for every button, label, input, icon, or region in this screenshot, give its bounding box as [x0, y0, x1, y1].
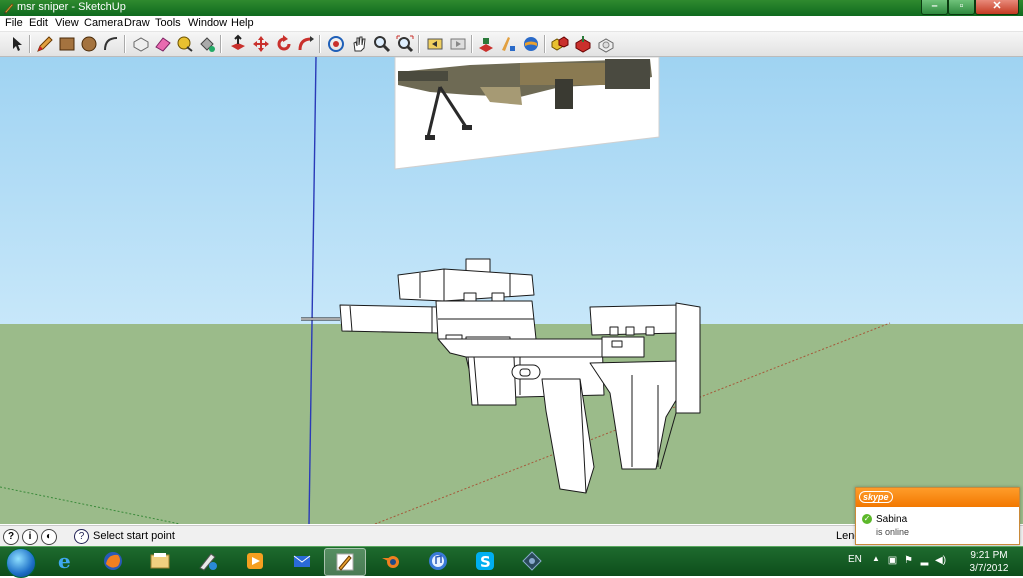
menu-draw[interactable]: Draw: [124, 17, 150, 29]
menu-view[interactable]: View: [55, 17, 79, 29]
skype-notification[interactable]: skype ✓ Sabina is online: [855, 487, 1020, 545]
paint-icon[interactable]: [188, 548, 228, 574]
window-title: msr sniper - SketchUp: [17, 1, 126, 13]
zoom-extents-icon[interactable]: [395, 34, 415, 54]
tape-measure-icon[interactable]: [175, 34, 195, 54]
materials-icon[interactable]: [596, 34, 616, 54]
language-indicator[interactable]: EN: [848, 554, 862, 565]
drawing-viewport[interactable]: [0, 57, 1023, 524]
sketchup-app-icon: [4, 3, 14, 14]
menu-file[interactable]: File: [5, 17, 23, 29]
rotate-icon[interactable]: [274, 34, 294, 54]
contact-status: is online: [876, 527, 910, 537]
menu-window[interactable]: Window: [188, 17, 227, 29]
taskbar: e S EN ▲ ▣ ⚑ ▂ ◀) 9:21 PM 3/7/2012: [0, 546, 1023, 578]
model-scene: [0, 57, 1023, 524]
live-mail-icon[interactable]: [282, 548, 322, 574]
add-location-icon[interactable]: [521, 34, 541, 54]
skype-icon[interactable]: S: [465, 548, 505, 574]
internet-explorer-icon[interactable]: e: [45, 548, 85, 574]
paint-bucket-icon[interactable]: [197, 34, 217, 54]
pan-icon[interactable]: [349, 34, 369, 54]
itunes-icon[interactable]: [418, 548, 458, 574]
circle-icon[interactable]: [79, 34, 99, 54]
follow-me-icon[interactable]: [296, 34, 316, 54]
online-status-icon: ✓: [862, 514, 872, 524]
minimize-button[interactable]: –: [921, 0, 948, 15]
help-icon[interactable]: ?: [74, 529, 89, 544]
move-icon[interactable]: [251, 34, 271, 54]
menu-help[interactable]: Help: [231, 17, 254, 29]
volume-icon[interactable]: ◀): [935, 555, 946, 566]
show-hidden-icons-icon[interactable]: ▲: [872, 554, 880, 563]
menu-bar: File Edit View Camera Draw Tools Window …: [0, 16, 1023, 32]
previous-view-icon[interactable]: [425, 34, 445, 54]
menu-tools[interactable]: Tools: [155, 17, 181, 29]
toolbar-separator: [418, 35, 420, 53]
toolbar: [0, 32, 1023, 57]
svg-text:S: S: [480, 553, 491, 571]
toolbar-separator: [544, 35, 546, 53]
share-model-icon[interactable]: [498, 34, 518, 54]
clock-time[interactable]: 9:21 PM: [963, 550, 1015, 561]
clock-date[interactable]: 3/7/2012: [963, 563, 1015, 574]
push-pull-icon[interactable]: [228, 34, 248, 54]
skype-header: skype: [856, 488, 1019, 507]
pencil-icon[interactable]: [35, 34, 55, 54]
toolbar-separator: [471, 35, 473, 53]
zoom-icon[interactable]: [372, 34, 392, 54]
skype-logo: skype: [859, 491, 893, 503]
make-component-icon[interactable]: [131, 34, 151, 54]
rectangle-icon[interactable]: [57, 34, 77, 54]
svg-text:e: e: [58, 550, 71, 572]
toolbar-separator: [124, 35, 126, 53]
menu-edit[interactable]: Edit: [29, 17, 48, 29]
credits-icon[interactable]: i: [22, 529, 38, 545]
tray-app-icon[interactable]: ▣: [887, 555, 898, 566]
action-center-icon[interactable]: ⚑: [903, 555, 914, 566]
orbit-icon[interactable]: [326, 34, 346, 54]
user-icon[interactable]: ◐: [41, 529, 57, 545]
title-bar: msr sniper - SketchUp – ▫ ✕: [0, 0, 1023, 16]
eraser-icon[interactable]: [153, 34, 173, 54]
window-controls: – ▫ ✕: [921, 0, 1019, 15]
toolbar-separator: [220, 35, 222, 53]
file-explorer-icon[interactable]: [140, 548, 180, 574]
status-prompt: Select start point: [93, 530, 175, 542]
arc-icon[interactable]: [101, 34, 121, 54]
reference-image: [394, 57, 660, 170]
contact-name: Sabina: [876, 514, 908, 525]
start-button[interactable]: [6, 548, 36, 578]
blender-icon[interactable]: [371, 548, 411, 574]
media-player-icon[interactable]: [235, 548, 275, 574]
menu-camera[interactable]: Camera: [84, 17, 123, 29]
close-button[interactable]: ✕: [975, 0, 1019, 15]
network-icon[interactable]: [512, 548, 552, 574]
get-models-icon[interactable]: [476, 34, 496, 54]
share-component-icon[interactable]: [573, 34, 593, 54]
firefox-icon[interactable]: [93, 548, 133, 574]
sketchup-icon[interactable]: [324, 548, 366, 576]
toolbar-separator: [319, 35, 321, 53]
select-icon[interactable]: [6, 34, 26, 54]
network-signal-icon[interactable]: ▂: [919, 555, 930, 566]
maximize-button[interactable]: ▫: [948, 0, 975, 15]
toolbar-separator: [29, 35, 31, 53]
geo-location-icon[interactable]: ?: [3, 529, 19, 545]
next-view-icon[interactable]: [448, 34, 468, 54]
components-icon[interactable]: [550, 34, 570, 54]
